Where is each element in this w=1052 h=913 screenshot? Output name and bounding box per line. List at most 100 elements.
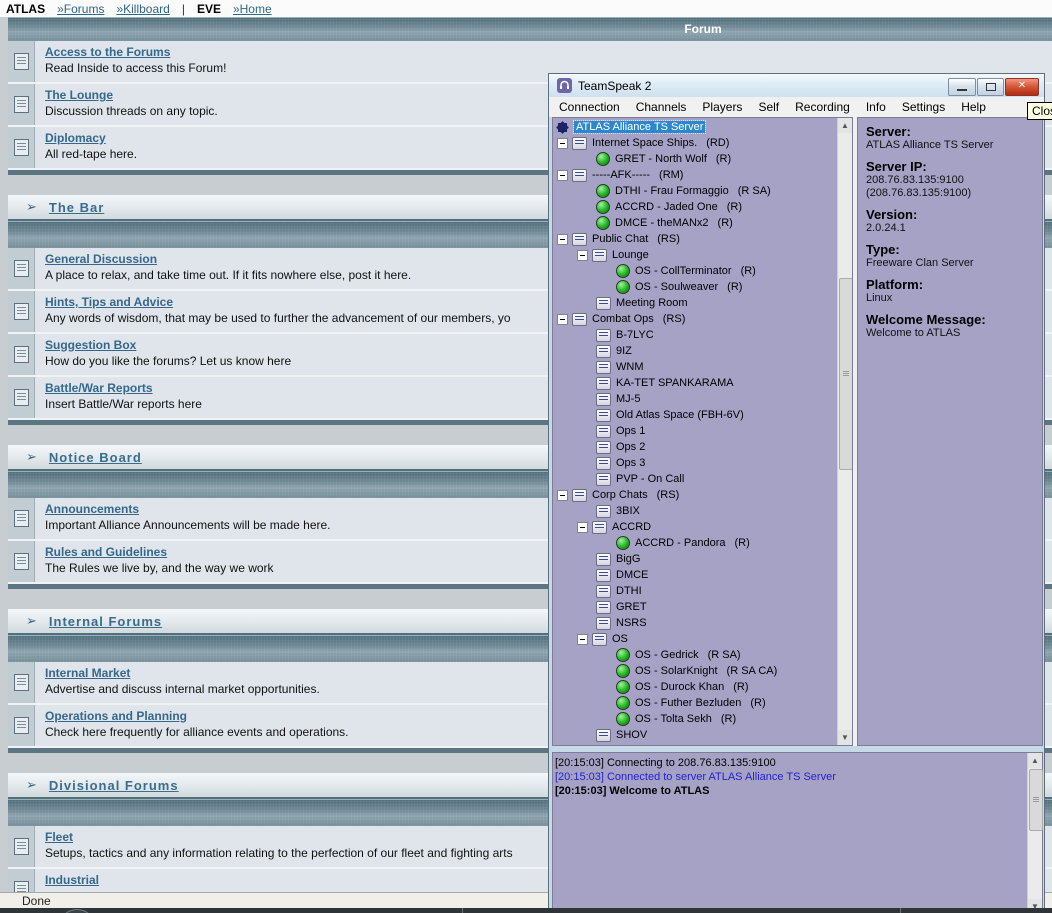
- document-icon: [13, 260, 29, 277]
- tree-label: ATLAS Alliance TS Server: [572, 120, 707, 134]
- tree-row-channel[interactable]: 9IZ: [553, 343, 837, 359]
- tree-row-channel[interactable]: Ops 1: [553, 423, 837, 439]
- scroll-down-icon[interactable]: ▼: [838, 730, 852, 745]
- tree-row-player[interactable]: OS - CollTerminator (R): [553, 263, 837, 279]
- tree-row-channel[interactable]: 3BIX: [553, 503, 837, 519]
- expander-minus-icon[interactable]: [557, 137, 568, 149]
- expander-minus-icon[interactable]: [557, 313, 568, 325]
- expander-minus-icon[interactable]: [577, 633, 588, 645]
- tree-row-channel[interactable]: MJ-5: [553, 391, 837, 407]
- start-orb-icon[interactable]: [58, 909, 96, 913]
- forum-title-link[interactable]: Announcements: [45, 502, 331, 516]
- tree-row-channel[interactable]: Old Atlas Space (FBH-6V): [553, 407, 837, 423]
- scroll-up-icon[interactable]: ▲: [1028, 753, 1042, 768]
- tree-row-player[interactable]: OS - Futher Bezluden (R): [553, 695, 837, 711]
- tree-row-channel[interactable]: Internet Space Ships. (RD): [553, 135, 837, 151]
- tree-row-channel[interactable]: GRET: [553, 599, 837, 615]
- menu-item-settings[interactable]: Settings: [894, 100, 953, 114]
- forum-description: The Rules we live by, and the way we wor…: [45, 561, 274, 575]
- tree-row-channel[interactable]: Meeting Room: [553, 295, 837, 311]
- tree-scrollbar[interactable]: ▲ ▼: [837, 118, 852, 745]
- document-icon: [13, 346, 29, 363]
- ts-titlebar[interactable]: TeamSpeak 2: [549, 74, 1044, 97]
- tree-row-player[interactable]: ACCRD - Pandora (R): [553, 535, 837, 551]
- tree-row-player[interactable]: OS - Gedrick (R SA): [553, 647, 837, 663]
- tree-row-channel[interactable]: Lounge: [553, 247, 837, 263]
- forum-title-link[interactable]: Hints, Tips and Advice: [45, 295, 511, 309]
- expander-minus-icon[interactable]: [577, 249, 588, 261]
- tree-label: Lounge: [612, 249, 649, 261]
- expander-minus-icon[interactable]: [577, 521, 588, 533]
- forum-title-link[interactable]: Diplomacy: [45, 131, 137, 145]
- section-title-link[interactable]: The Bar: [49, 200, 104, 215]
- tree-row-channel[interactable]: -----AFK----- (RM): [553, 167, 837, 183]
- tree-label: GRET - North Wolf: [615, 153, 707, 165]
- tree-row-channel[interactable]: KA-TET SPANKARAMA: [553, 375, 837, 391]
- nav-link[interactable]: »Forums: [57, 2, 104, 16]
- tree-row-player[interactable]: ACCRD - Jaded One (R): [553, 199, 837, 215]
- tree-row-channel[interactable]: B-7LYC: [553, 327, 837, 343]
- menu-item-channels[interactable]: Channels: [628, 100, 695, 114]
- expander-minus-icon[interactable]: [557, 489, 568, 501]
- taskbar[interactable]: [0, 908, 1052, 913]
- tree-row-channel[interactable]: ACCRD: [553, 519, 837, 535]
- forum-title-link[interactable]: General Discussion: [45, 252, 411, 266]
- tree-row-channel[interactable]: Public Chat (RS): [553, 231, 837, 247]
- section-title-link[interactable]: Internal Forums: [49, 614, 162, 629]
- scroll-thumb[interactable]: [839, 278, 852, 470]
- tree-row-channel[interactable]: Ops 2: [553, 439, 837, 455]
- menu-item-info[interactable]: Info: [858, 100, 894, 114]
- forum-title-link[interactable]: Suggestion Box: [45, 338, 291, 352]
- forum-title-link[interactable]: Operations and Planning: [45, 709, 349, 723]
- tree-row-channel[interactable]: Combat Ops (RS): [553, 311, 837, 327]
- scroll-thumb[interactable]: [1029, 769, 1043, 831]
- menu-item-connection[interactable]: Connection: [551, 100, 628, 114]
- tree-row-channel[interactable]: Corp Chats (RS): [553, 487, 837, 503]
- forum-title-link[interactable]: Rules and Guidelines: [45, 545, 274, 559]
- tree-row-player[interactable]: DMCE - theMANx2 (R): [553, 215, 837, 231]
- minimize-button[interactable]: [948, 78, 976, 96]
- tree-label: Meeting Room: [616, 297, 688, 309]
- tree-row-player[interactable]: OS - Tolta Sekh (R): [553, 711, 837, 727]
- tree-row-player[interactable]: OS - SolarKnight (R SA CA): [553, 663, 837, 679]
- forum-title-link[interactable]: Internal Market: [45, 666, 320, 680]
- tree-row-channel[interactable]: DMCE: [553, 567, 837, 583]
- tree-row-channel[interactable]: WNM: [553, 359, 837, 375]
- forum-title-link[interactable]: Access to the Forums: [45, 45, 226, 59]
- tree-row-player[interactable]: GRET - North Wolf (R): [553, 151, 837, 167]
- section-title-link[interactable]: Divisional Forums: [49, 778, 179, 793]
- section-title-link[interactable]: Notice Board: [49, 450, 142, 465]
- close-button[interactable]: [1005, 78, 1039, 96]
- tree-row-player[interactable]: OS - Durock Khan (R): [553, 679, 837, 695]
- tree-row-player[interactable]: OS - Soulweaver (R): [553, 279, 837, 295]
- tree-row-channel[interactable]: SHOV: [553, 727, 837, 743]
- forum-row-text: The Lounge Discussion threads on any topi…: [35, 84, 218, 125]
- nav-link[interactable]: »Killboard: [116, 2, 169, 16]
- tree-row-channel[interactable]: BigG: [553, 551, 837, 567]
- tree-row-channel[interactable]: DTHI: [553, 583, 837, 599]
- menu-item-players[interactable]: Players: [694, 100, 750, 114]
- log-scrollbar[interactable]: ▲ ▼: [1027, 753, 1043, 913]
- menu-item-self[interactable]: Self: [750, 100, 787, 114]
- menu-item-help[interactable]: Help: [953, 100, 994, 114]
- tree-row-channel[interactable]: PVP - On Call: [553, 471, 837, 487]
- forum-title-link[interactable]: Battle/War Reports: [45, 381, 202, 395]
- menu-item-recording[interactable]: Recording: [787, 100, 858, 114]
- forum-title-link[interactable]: The Lounge: [45, 88, 218, 102]
- tree-row-player[interactable]: DTHI - Frau Formaggio (R SA): [553, 183, 837, 199]
- nav-link[interactable]: »Home: [233, 2, 272, 16]
- scroll-up-icon[interactable]: ▲: [838, 118, 852, 133]
- tree-row-channel[interactable]: OS: [553, 631, 837, 647]
- document-icon: [13, 303, 29, 320]
- forum-row-text: Announcements Important Alliance Announce…: [35, 498, 331, 539]
- maximize-button[interactable]: [977, 78, 1004, 96]
- tree-flags: (RS): [656, 489, 680, 501]
- expander-minus-icon[interactable]: [557, 169, 568, 181]
- tree-row-channel[interactable]: Ops 3: [553, 455, 837, 471]
- expander-minus-icon[interactable]: [557, 233, 568, 245]
- forum-title-link[interactable]: Fleet: [45, 830, 513, 844]
- server-info-panel: Server: ATLAS Alliance TS Server Server IP…: [857, 117, 1043, 746]
- tree-row-server[interactable]: ATLAS Alliance TS Server: [553, 119, 837, 135]
- tree-row-channel[interactable]: NSRS: [553, 615, 837, 631]
- forum-title-link[interactable]: Industrial: [45, 873, 99, 887]
